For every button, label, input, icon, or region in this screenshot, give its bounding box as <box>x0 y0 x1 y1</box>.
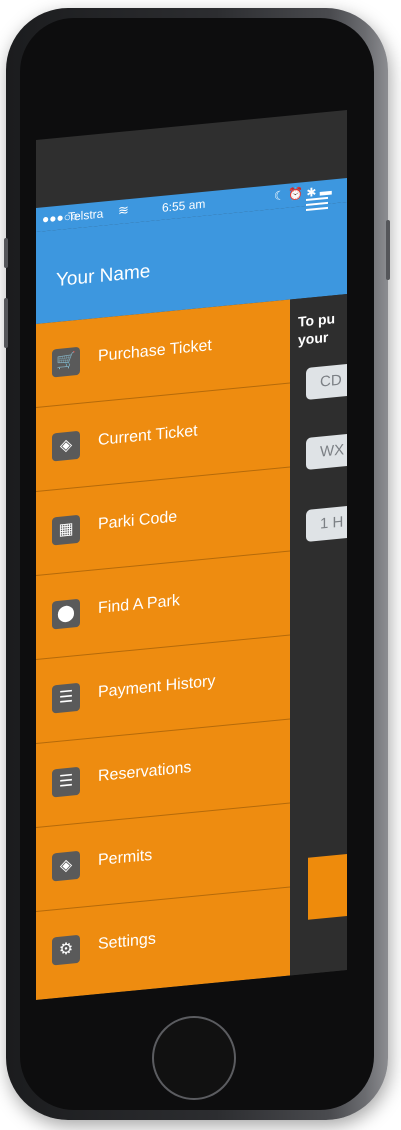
panel-instruction-line: your <box>298 328 329 348</box>
gear-icon: ⚙ <box>52 934 80 966</box>
home-button[interactable] <box>152 1016 236 1100</box>
document-icon: ☰ <box>52 682 80 714</box>
menu-item-label: Permits <box>98 846 153 870</box>
map-pin-icon: ⬤ <box>52 598 80 630</box>
panel-field[interactable]: WX <box>306 432 347 471</box>
qr-code-icon: ▦ <box>52 514 80 546</box>
panel-instruction: To pu your <box>298 309 335 349</box>
menu-item-label: Payment History <box>98 672 216 702</box>
ticket-icon: ◈ <box>52 850 80 882</box>
app-screen: ●●●○○ Telstra ≋ 6:55 am ☾ ⏰ ✱ ▬ Your Nam… <box>36 110 347 1001</box>
volume-button <box>4 298 8 348</box>
volume-button <box>4 238 8 268</box>
status-time: 6:55 am <box>162 196 206 215</box>
side-button <box>386 220 390 280</box>
document-icon: ☰ <box>52 766 80 798</box>
hamburger-menu-icon[interactable] <box>306 194 328 214</box>
carrier-label: Telstra <box>68 206 104 224</box>
cart-icon: 🛒 <box>52 346 80 378</box>
menu-item-label: Current Ticket <box>98 422 198 450</box>
navigation-drawer: 🛒 Purchase Ticket ◈ Current Ticket ▦ Par… <box>36 299 290 1000</box>
panel-field[interactable]: CD <box>306 362 347 401</box>
menu-item-label: Parki Code <box>98 508 178 534</box>
panel-field[interactable]: 1 H <box>306 504 347 543</box>
ticket-icon: ◈ <box>52 430 80 462</box>
menu-item-label: Find A Park <box>98 592 180 618</box>
menu-item-label: Settings <box>98 930 156 954</box>
content-panel: To pu your CD WX 1 H <box>290 294 347 976</box>
menu-item-label: Purchase Ticket <box>98 337 212 366</box>
panel-instruction-line: To pu <box>298 310 336 330</box>
user-name: Your Name <box>56 260 151 292</box>
menu-item-label: Reservations <box>98 759 192 786</box>
panel-action-button[interactable] <box>308 852 347 920</box>
wifi-icon: ≋ <box>118 202 129 219</box>
